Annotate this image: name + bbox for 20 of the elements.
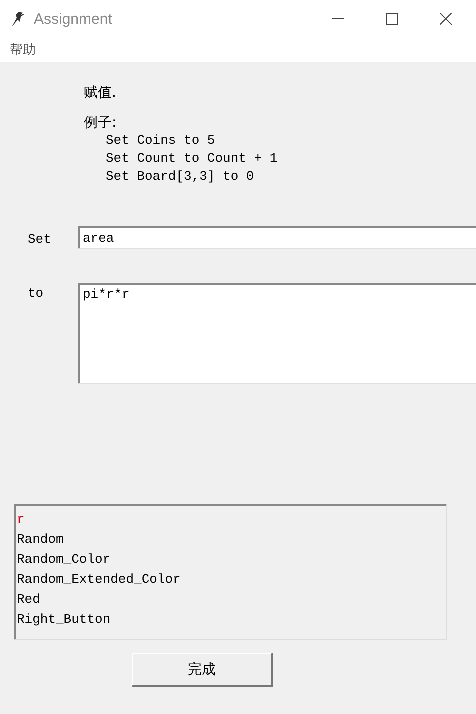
close-icon[interactable] [440,13,452,25]
description-text: 赋值. [84,84,118,102]
done-button[interactable]: 完成 [132,653,273,687]
list-item[interactable]: Random [17,530,64,550]
set-label: Set [27,231,52,247]
list-item[interactable]: Random_Extended_Color [17,570,181,590]
examples-label: 例子: [84,114,118,132]
example-line: Set Board[3,3] to 0 [106,168,254,186]
list-item[interactable]: Red [17,590,40,610]
example-line: Set Coins to 5 [106,132,216,150]
menu-item[interactable]: 帮助 [10,41,36,59]
window-title: Assignment [34,10,112,28]
list-item[interactable]: Right_Button [17,610,111,630]
example-line: Set Count to Count + 1 [106,150,278,168]
maximize-icon[interactable] [386,13,398,25]
list-item[interactable]: Random_Color [17,550,111,570]
list-item[interactable]: r [17,510,25,530]
to-label: to [27,285,45,301]
expression-field[interactable]: pi*r*r [78,283,476,384]
input-field[interactable]: area [78,226,476,249]
